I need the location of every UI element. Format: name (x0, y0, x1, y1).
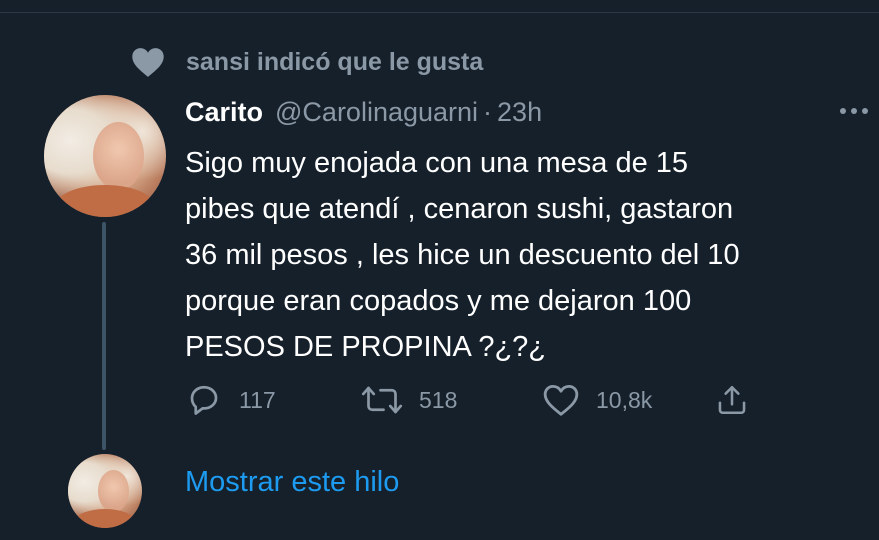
share-button[interactable] (715, 378, 749, 422)
social-context[interactable]: sansi indicó que le gusta (128, 44, 483, 80)
reply-count: 117 (239, 386, 276, 413)
more-dots-icon (840, 108, 868, 114)
tweet-timestamp[interactable]: 23h (497, 97, 542, 128)
retweet-icon (361, 386, 403, 414)
heart-icon (128, 44, 168, 80)
tweet-header: Carito @Carolinaguarni · 23h (185, 92, 542, 132)
show-thread-link[interactable]: Mostrar este hilo (185, 466, 399, 499)
tweet-text: Sigo muy enojada con una mesa de 15 pibe… (185, 140, 865, 370)
like-count: 10,8k (596, 386, 653, 413)
avatar-face (97, 470, 129, 512)
tweet-text-line: pibes que atendí , cenaron sushi, gastar… (185, 193, 734, 225)
more-options-button[interactable] (834, 96, 874, 126)
header-separator: · (483, 96, 493, 127)
reply-icon (190, 385, 218, 415)
avatar-shirt (75, 508, 135, 528)
tweet-text-line: porque eran copados y me dejaron 100 (185, 285, 692, 317)
reply-button[interactable]: 117 (185, 378, 276, 422)
like-heart-icon (543, 384, 579, 416)
tweet-text-line: PESOS DE PROPINA ?¿?¿ (185, 331, 546, 363)
tweet-text-line: Sigo muy enojada con una mesa de 15 (185, 147, 689, 179)
author-handle[interactable]: @Carolinaguarni (275, 97, 478, 128)
thread-connector-line (102, 222, 106, 450)
tweet-text-line: 36 mil pesos , les hice un descuento del… (185, 239, 740, 271)
top-divider (0, 12, 879, 13)
tweet-actions: 117 518 10,8k (185, 378, 785, 422)
retweet-button[interactable]: 518 (361, 378, 457, 422)
author-name[interactable]: Carito (185, 97, 263, 128)
author-avatar[interactable] (44, 95, 166, 217)
social-context-text: sansi indicó que le gusta (186, 47, 484, 76)
thread-author-avatar[interactable] (68, 454, 142, 528)
like-button[interactable]: 10,8k (542, 378, 652, 422)
retweet-count: 518 (419, 386, 458, 413)
avatar-face (92, 121, 145, 191)
avatar-shirt (56, 185, 154, 217)
share-icon (718, 385, 746, 415)
